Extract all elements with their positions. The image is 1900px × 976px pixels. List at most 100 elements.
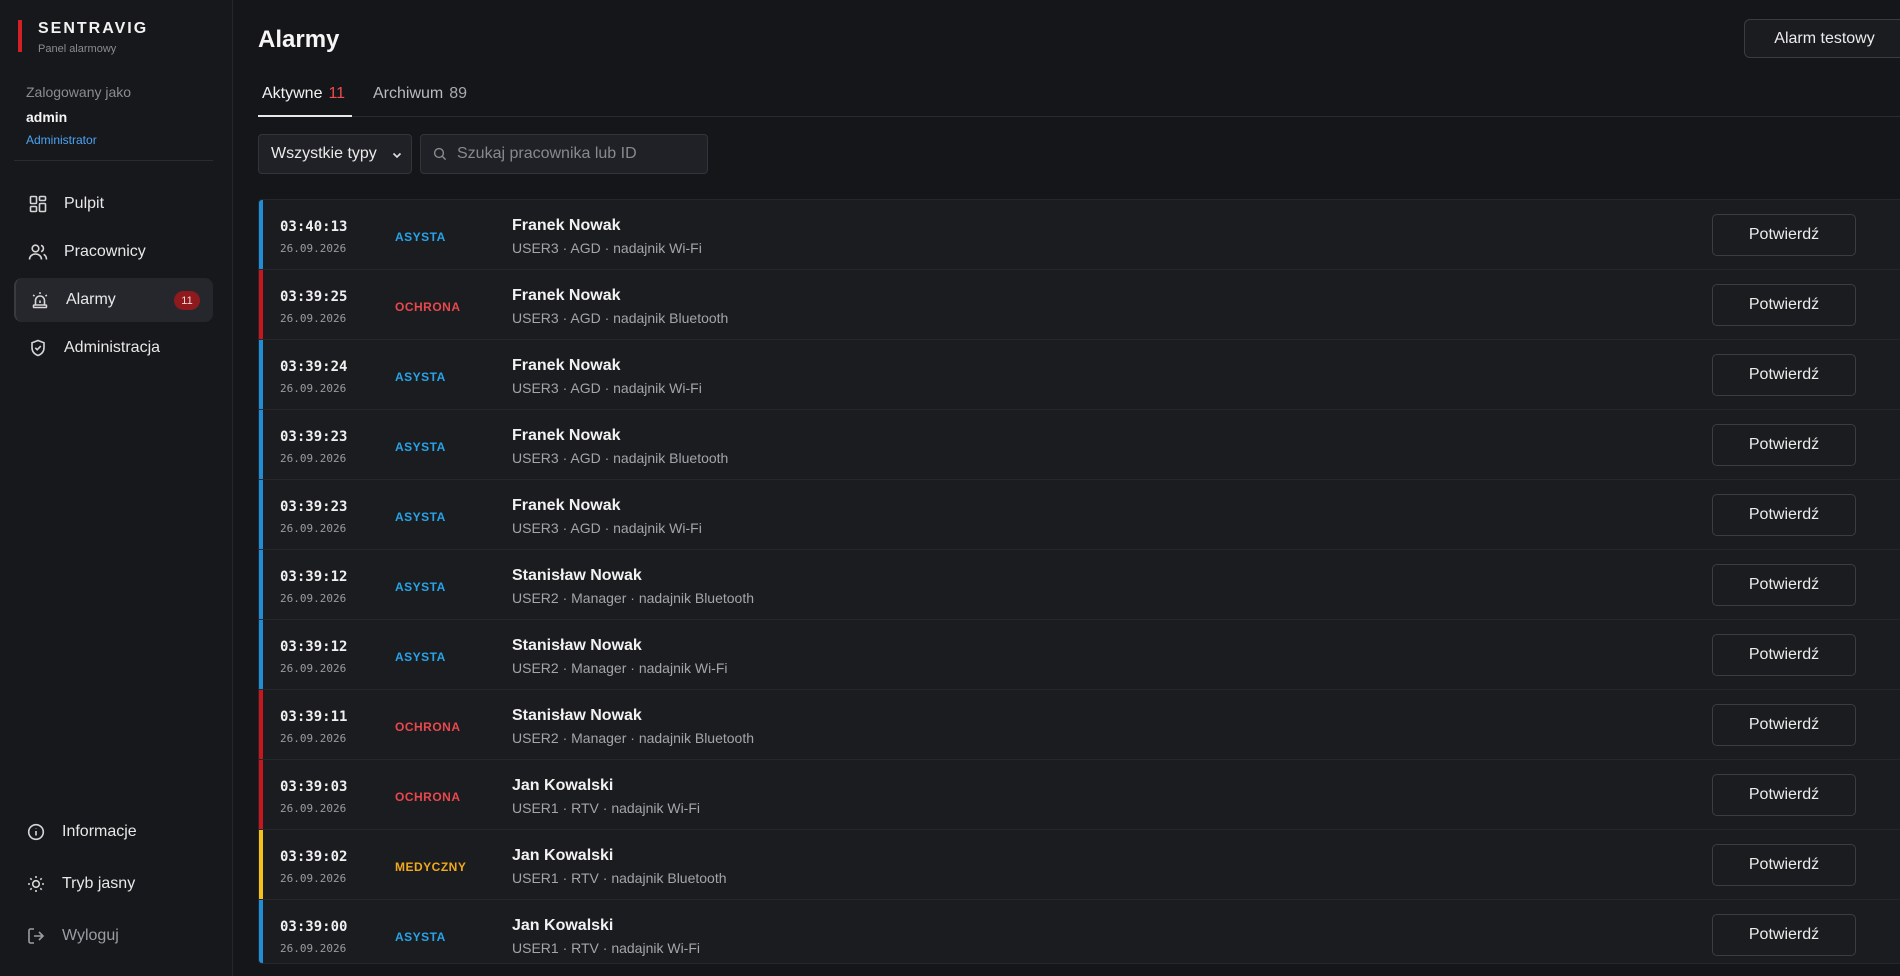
sun-icon bbox=[26, 874, 46, 894]
nav-label: Wyloguj bbox=[62, 927, 119, 944]
alarm-type: ASYSTA bbox=[395, 370, 446, 384]
alarm-row: 03:39:12 26.09.2026 ASYSTA Stanisław Nowak U… bbox=[259, 550, 1900, 620]
employee-details: USER3 · AGD · nadajnik Wi-Fi bbox=[512, 520, 702, 536]
confirm-button[interactable]: Potwierdź bbox=[1712, 494, 1856, 536]
employee-name: Franek Nowak bbox=[512, 427, 621, 444]
nav-item-pracownicy[interactable]: Pracownicy bbox=[14, 230, 213, 274]
alarm-count-badge: 11 bbox=[174, 291, 200, 310]
alarm-type-indicator bbox=[259, 200, 263, 269]
alarm-type: ASYSTA bbox=[395, 930, 446, 944]
search-icon bbox=[433, 147, 447, 166]
main-nav: Pulpit Pracownicy Alarmy 11 Administracj… bbox=[14, 182, 213, 374]
confirm-button[interactable]: Potwierdź bbox=[1712, 844, 1856, 886]
user-role: Administrator bbox=[26, 133, 97, 147]
nav-item-tryb-jasny[interactable]: Tryb jasny bbox=[14, 860, 213, 908]
confirm-button[interactable]: Potwierdź bbox=[1712, 634, 1856, 676]
alarm-date: 26.09.2026 bbox=[280, 242, 347, 255]
alarm-type-indicator bbox=[259, 340, 263, 409]
tab-aktywne[interactable]: Aktywne 11 bbox=[258, 85, 352, 117]
alarm-row: 03:40:13 26.09.2026 ASYSTA Franek Nowak USER… bbox=[259, 200, 1900, 270]
alarm-type: OCHRONA bbox=[395, 300, 461, 314]
alarm-row: 03:39:03 26.09.2026 OCHRONA Jan Kowalski USE… bbox=[259, 760, 1900, 830]
employee-name: Franek Nowak bbox=[512, 217, 621, 234]
bottom-nav: Informacje Tryb jasny Wyloguj bbox=[14, 808, 213, 964]
alarm-type-indicator bbox=[259, 270, 263, 339]
page-title: Alarmy bbox=[258, 26, 340, 53]
employee-details: USER1 · RTV · nadajnik Bluetooth bbox=[512, 870, 727, 886]
alarm-time: 03:39:00 bbox=[280, 919, 348, 935]
main-content: Alarmy Alarm testowy Aktywne 11 Archiwum 8… bbox=[234, 0, 1900, 976]
alarm-type-indicator bbox=[259, 830, 263, 899]
alarm-row: 03:39:25 26.09.2026 OCHRONA Franek Nowak USE… bbox=[259, 270, 1900, 340]
search-input[interactable] bbox=[457, 135, 697, 173]
type-filter-select[interactable]: Wszystkie typy bbox=[258, 134, 412, 174]
employee-name: Jan Kowalski bbox=[512, 917, 614, 934]
employee-name: Jan Kowalski bbox=[512, 847, 614, 864]
search-box bbox=[420, 134, 708, 174]
nav-item-wyloguj[interactable]: Wyloguj bbox=[14, 912, 213, 960]
alarm-row: 03:39:23 26.09.2026 ASYSTA Franek Nowak USER… bbox=[259, 480, 1900, 550]
alarm-date: 26.09.2026 bbox=[280, 312, 347, 325]
alarm-time: 03:39:23 bbox=[280, 499, 348, 515]
tab-label: Archiwum bbox=[373, 85, 444, 102]
confirm-button[interactable]: Potwierdź bbox=[1712, 284, 1856, 326]
tab-count: 89 bbox=[449, 85, 468, 102]
confirm-button[interactable]: Potwierdź bbox=[1712, 564, 1856, 606]
alarm-row: 03:39:12 26.09.2026 ASYSTA Stanisław Nowak U… bbox=[259, 620, 1900, 690]
alarm-type-indicator bbox=[259, 410, 263, 479]
nav-item-administracja[interactable]: Administracja bbox=[14, 326, 213, 370]
alarm-row: 03:39:11 26.09.2026 OCHRONA Stanisław Nowak… bbox=[259, 690, 1900, 760]
alarm-date: 26.09.2026 bbox=[280, 732, 347, 745]
employee-details: USER2 · Manager · nadajnik Wi-Fi bbox=[512, 660, 728, 676]
logout-icon bbox=[26, 926, 46, 946]
confirm-button[interactable]: Potwierdź bbox=[1712, 424, 1856, 466]
type-filter-value: Wszystkie typy bbox=[271, 145, 377, 162]
alarm-row: 03:39:00 26.09.2026 ASYSTA Jan Kowalski USER… bbox=[259, 900, 1900, 963]
brand: SENTRAVIG Panel alarmowy bbox=[18, 20, 148, 55]
alarm-date: 26.09.2026 bbox=[280, 872, 347, 885]
test-alarm-button[interactable]: Alarm testowy bbox=[1744, 19, 1900, 58]
dashboard-icon bbox=[28, 194, 48, 214]
employee-details: USER3 · AGD · nadajnik Bluetooth bbox=[512, 310, 729, 326]
alarm-time: 03:39:24 bbox=[280, 359, 348, 375]
alarm-time: 03:39:02 bbox=[280, 849, 348, 865]
alarm-time: 03:40:13 bbox=[280, 219, 348, 235]
nav-item-informacje[interactable]: Informacje bbox=[14, 808, 213, 856]
alarm-time: 03:39:23 bbox=[280, 429, 348, 445]
siren-icon bbox=[30, 290, 50, 310]
chevron-down-icon bbox=[391, 148, 403, 166]
confirm-button[interactable]: Potwierdź bbox=[1712, 214, 1856, 256]
employee-details: USER2 · Manager · nadajnik Bluetooth bbox=[512, 590, 755, 606]
sidebar: SENTRAVIG Panel alarmowy Zalogowany jako… bbox=[0, 0, 233, 976]
alarm-row: 03:39:02 26.09.2026 MEDYCZNY Jan Kowalski US… bbox=[259, 830, 1900, 900]
users-icon bbox=[28, 242, 48, 262]
employee-name: Franek Nowak bbox=[512, 357, 621, 374]
nav-label: Pulpit bbox=[64, 195, 105, 212]
sidebar-divider bbox=[14, 160, 213, 161]
alarm-row: 03:39:24 26.09.2026 ASYSTA Franek Nowak USER… bbox=[259, 340, 1900, 410]
nav-label: Tryb jasny bbox=[62, 875, 136, 892]
confirm-button[interactable]: Potwierdź bbox=[1712, 704, 1856, 746]
alarm-date: 26.09.2026 bbox=[280, 662, 347, 675]
alarm-time: 03:39:12 bbox=[280, 639, 348, 655]
nav-item-alarmy[interactable]: Alarmy 11 bbox=[14, 278, 213, 322]
employee-details: USER2 · Manager · nadajnik Bluetooth bbox=[512, 730, 755, 746]
alarm-time: 03:39:12 bbox=[280, 569, 348, 585]
info-icon bbox=[26, 822, 46, 842]
alarm-type-indicator bbox=[259, 900, 263, 963]
employee-name: Franek Nowak bbox=[512, 287, 621, 304]
alarm-type-indicator bbox=[259, 690, 263, 759]
alarm-type-indicator bbox=[259, 480, 263, 549]
alarm-date: 26.09.2026 bbox=[280, 452, 347, 465]
nav-label: Administracja bbox=[64, 339, 161, 356]
tab-archiwum[interactable]: Archiwum 89 bbox=[373, 85, 467, 117]
tab-label: Aktywne bbox=[262, 85, 323, 102]
alarm-date: 26.09.2026 bbox=[280, 382, 347, 395]
confirm-button[interactable]: Potwierdź bbox=[1712, 774, 1856, 816]
alarm-time: 03:39:25 bbox=[280, 289, 348, 305]
confirm-button[interactable]: Potwierdź bbox=[1712, 354, 1856, 396]
nav-item-pulpit[interactable]: Pulpit bbox=[14, 182, 213, 226]
alarm-type: MEDYCZNY bbox=[395, 860, 467, 874]
employee-details: USER1 · RTV · nadajnik Wi-Fi bbox=[512, 940, 701, 956]
confirm-button[interactable]: Potwierdź bbox=[1712, 914, 1856, 956]
